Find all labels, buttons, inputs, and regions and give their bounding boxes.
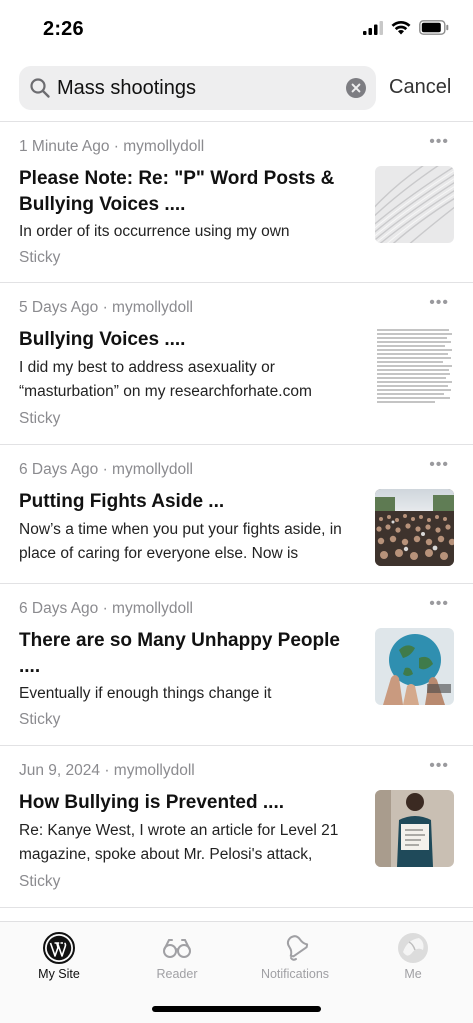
tab-notifications[interactable]: Notifications [236, 922, 354, 992]
post-card[interactable]: 5 Days Ago · mymollydoll ••• Bullying Vo… [0, 283, 473, 445]
post-excerpt: Eventually if enough things change it [19, 685, 272, 702]
post-title[interactable]: Bullying Voices .... [19, 327, 349, 353]
tab-label: My Site [38, 967, 80, 981]
post-thumbnail[interactable] [375, 166, 454, 243]
tab-label: Reader [156, 967, 198, 981]
cancel-button[interactable]: Cancel [389, 76, 451, 99]
post-meta: 1 Minute Ago · mymollydoll [19, 138, 205, 155]
home-indicator [152, 1006, 321, 1012]
sticky-tag: Sticky [19, 410, 61, 427]
post-card[interactable]: 6 Days Ago · mymollydoll ••• Putting Fig… [0, 445, 473, 584]
glasses-icon [163, 939, 191, 958]
sticky-tag: Sticky [19, 711, 61, 728]
post-meta: 6 Days Ago · mymollydoll [19, 461, 194, 478]
post-title[interactable]: There are so Many Unhappy People .... [19, 628, 349, 680]
battery-icon [419, 20, 449, 35]
more-icon[interactable]: ••• [429, 457, 449, 473]
wifi-icon [391, 20, 411, 35]
search-icon [30, 78, 50, 98]
search-row: Mass shootings Cancel [19, 66, 459, 110]
post-excerpt: In order of its occurrence using my own [19, 223, 290, 240]
wordpress-icon [43, 932, 75, 964]
more-icon[interactable]: ••• [429, 758, 449, 774]
cellular-signal-icon [363, 20, 383, 35]
post-excerpt: Now’s a time when you put your fights as… [19, 521, 342, 562]
search-input[interactable]: Mass shootings [19, 66, 376, 110]
avatar [398, 933, 428, 963]
post-card[interactable]: 1 Minute Ago · mymollydoll ••• Please No… [0, 122, 473, 283]
post-excerpt: Re: Kanye West, I wrote an article for L… [19, 822, 339, 863]
sticky-tag: Sticky [19, 249, 61, 266]
post-excerpt: I did my best to address asexuality or “… [19, 359, 312, 400]
status-bar: 2:26 [0, 0, 473, 58]
tab-reader[interactable]: Reader [118, 922, 236, 992]
more-icon[interactable]: ••• [429, 596, 449, 612]
tab-bar: My Site Reader Notifications Me [0, 921, 473, 1023]
more-icon[interactable]: ••• [429, 295, 449, 311]
post-title[interactable]: Putting Fights Aside ... [19, 489, 349, 515]
post-thumbnail[interactable] [375, 628, 454, 705]
tab-label: Notifications [260, 967, 330, 981]
post-thumbnail[interactable] [375, 489, 454, 566]
more-icon[interactable]: ••• [429, 134, 449, 150]
status-icons [363, 20, 449, 35]
post-card[interactable]: 6 Days Ago · mymollydoll ••• There are s… [0, 584, 473, 746]
tab-my-site[interactable]: My Site [0, 922, 118, 992]
tab-me[interactable]: Me [354, 922, 472, 992]
post-title[interactable]: Please Note: Re: "P" Word Posts & Bullyi… [19, 166, 349, 218]
post-thumbnail[interactable] [375, 327, 454, 404]
post-thumbnail[interactable] [375, 790, 454, 867]
bell-icon [286, 935, 309, 961]
post-title[interactable]: How Bullying is Prevented .... [19, 790, 349, 816]
post-meta: 6 Days Ago · mymollydoll [19, 600, 194, 617]
post-meta: Jun 9, 2024 · mymollydoll [19, 762, 195, 779]
sticky-tag: Sticky [19, 873, 61, 890]
clear-search-icon[interactable] [346, 78, 366, 98]
tab-label: Me [404, 967, 422, 981]
post-card[interactable]: Jun 9, 2024 · mymollydoll ••• How Bullyi… [0, 746, 473, 908]
search-results-list: 1 Minute Ago · mymollydoll ••• Please No… [0, 122, 473, 908]
search-query: Mass shootings [57, 77, 196, 99]
status-time: 2:26 [43, 18, 84, 40]
post-meta: 5 Days Ago · mymollydoll [19, 299, 194, 316]
